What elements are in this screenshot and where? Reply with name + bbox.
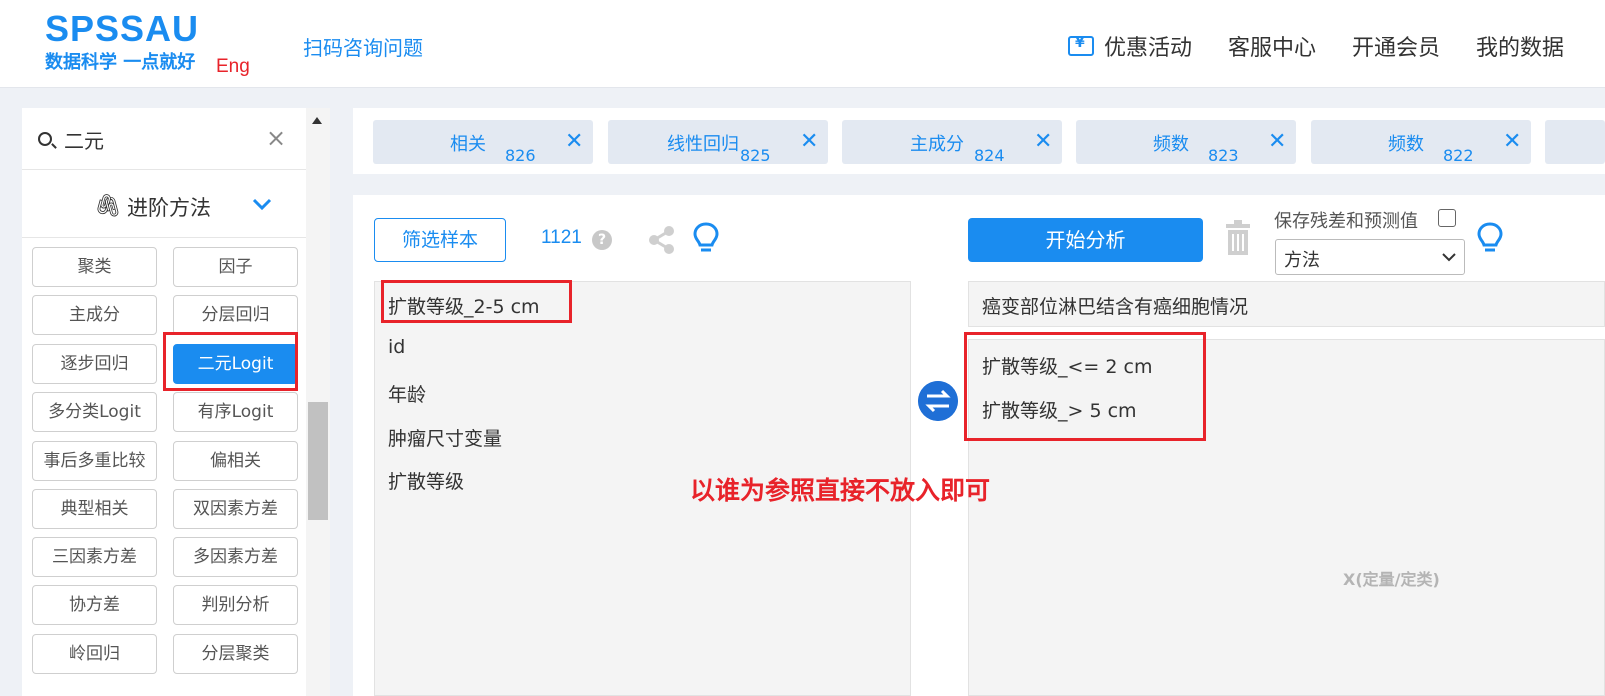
filter-sample-button[interactable]: 筛选样本: [374, 218, 506, 262]
save-residuals-label: 保存残差和预测值: [1274, 211, 1418, 232]
search-icon: [38, 132, 52, 146]
logo[interactable]: SPSSAU: [45, 8, 199, 50]
paperclip-icon: 🖇: [94, 194, 122, 219]
top-header: SPSSAU 数据科学 一点就好 Eng 扫码咨询问题 优惠活动 客服中心 开通…: [0, 0, 1605, 88]
history-tabs: 相关 826 ✕ 线性回归 825 ✕ 主成分 824 ✕ 频数 823 ✕ 频…: [353, 108, 1605, 174]
save-residuals-checkbox[interactable]: [1438, 209, 1456, 227]
tab-number: 822: [1443, 146, 1474, 165]
method-button[interactable]: 聚类: [32, 247, 157, 287]
annotation-text: 以谁为参照直接不放入即可: [690, 476, 991, 505]
close-icon[interactable]: ✕: [565, 130, 583, 154]
method-button[interactable]: 分层回归: [173, 295, 298, 335]
clear-icon[interactable]: ×: [266, 126, 286, 150]
method-button[interactable]: 分层聚类: [173, 634, 298, 674]
method-select[interactable]: 方法: [1275, 239, 1465, 275]
method-button[interactable]: 典型相关: [32, 489, 157, 529]
dependent-variable[interactable]: 癌变部位淋巴结含有癌细胞情况: [982, 292, 1248, 319]
method-select-value: 方法: [1284, 250, 1320, 271]
start-analysis-button[interactable]: 开始分析: [968, 218, 1203, 262]
variable-item[interactable]: 年龄: [388, 380, 426, 407]
method-button[interactable]: 多因素方差: [173, 537, 298, 577]
analysis-panel: 筛选样本 1121 ? 扩散等级_2-5 cm id 年龄 肿瘤尺寸变量 扩散等…: [353, 195, 1605, 696]
nav-membership[interactable]: 开通会员: [1352, 30, 1440, 62]
method-button[interactable]: 逐步回归: [32, 344, 157, 384]
dependent-variable-box[interactable]: 癌变部位淋巴结含有癌细胞情况: [968, 281, 1605, 327]
method-button[interactable]: 多分类Logit: [32, 392, 157, 432]
nav-my-data[interactable]: 我的数据: [1476, 30, 1564, 62]
close-icon[interactable]: ✕: [1503, 130, 1521, 154]
tab-item[interactable]: 频数 822 ✕: [1311, 120, 1531, 165]
method-button[interactable]: 因子: [173, 247, 298, 287]
lightbulb-icon[interactable]: [1476, 221, 1504, 255]
scan-consult-link[interactable]: 扫码咨询问题: [303, 32, 423, 61]
method-button[interactable]: 三因素方差: [32, 537, 157, 577]
method-button[interactable]: 有序Logit: [173, 392, 298, 432]
tab-number: 824: [974, 146, 1005, 165]
method-button[interactable]: 判别分析: [173, 585, 298, 625]
method-search: ×: [22, 108, 306, 170]
advanced-methods-header[interactable]: 🖇 进阶方法: [22, 178, 306, 238]
section-title: 进阶方法: [127, 196, 211, 220]
close-icon[interactable]: ✕: [1034, 130, 1052, 154]
swap-icon[interactable]: [918, 381, 958, 421]
share-icon[interactable]: [647, 225, 677, 255]
nav-promotions[interactable]: 优惠活动: [1068, 30, 1192, 62]
lightbulb-icon[interactable]: [692, 221, 720, 255]
ticket-icon: [1068, 35, 1094, 56]
method-sidebar: × 🖇 进阶方法 聚类 因子 主成分 分层回归 逐步回归 二元Logit 多分类…: [22, 108, 306, 696]
close-icon[interactable]: ✕: [800, 130, 818, 154]
method-button[interactable]: 主成分: [32, 295, 157, 335]
x-box-placeholder: X(定量/定类): [1343, 570, 1440, 589]
tab-item[interactable]: 相关 826 ✕: [373, 120, 593, 165]
chevron-down-icon: [1442, 253, 1456, 262]
tab-number: 826: [505, 146, 536, 165]
tab-item-partial[interactable]: [1545, 120, 1605, 164]
help-icon[interactable]: ?: [592, 230, 612, 250]
highlight-box: [163, 332, 298, 391]
language-switch[interactable]: Eng: [216, 56, 250, 78]
variable-item[interactable]: 扩散等级: [388, 467, 464, 494]
tab-item[interactable]: 线性回归 825 ✕: [608, 120, 828, 165]
nav-promotions-label: 优惠活动: [1104, 36, 1193, 61]
tab-number: 825: [740, 146, 771, 165]
tab-number: 823: [1208, 146, 1239, 165]
scrollbar-thumb[interactable]: [308, 402, 328, 520]
highlight-box: [381, 280, 572, 323]
sample-count: 1121: [541, 227, 582, 248]
close-icon[interactable]: ✕: [1268, 130, 1286, 154]
trash-icon[interactable]: [1224, 220, 1252, 256]
logo-slogan: 数据科学 一点就好: [45, 52, 196, 73]
scroll-up-arrow-icon[interactable]: [312, 117, 322, 124]
top-nav: 优惠活动 客服中心 开通会员 我的数据: [1068, 30, 1600, 62]
tab-item[interactable]: 频数 823 ✕: [1076, 120, 1296, 165]
method-button[interactable]: 协方差: [32, 585, 157, 625]
method-search-input[interactable]: [64, 124, 254, 154]
variable-item[interactable]: 肿瘤尺寸变量: [388, 424, 502, 451]
nav-service-center[interactable]: 客服中心: [1228, 30, 1316, 62]
chevron-down-icon[interactable]: [250, 192, 274, 216]
method-button[interactable]: 偏相关: [173, 441, 298, 481]
method-button[interactable]: 事后多重比较: [32, 441, 157, 481]
tab-item[interactable]: 主成分 824 ✕: [842, 120, 1062, 165]
method-button[interactable]: 岭回归: [32, 634, 157, 674]
highlight-box: [964, 332, 1206, 441]
variable-item[interactable]: id: [388, 336, 405, 358]
method-button[interactable]: 双因素方差: [173, 489, 298, 529]
